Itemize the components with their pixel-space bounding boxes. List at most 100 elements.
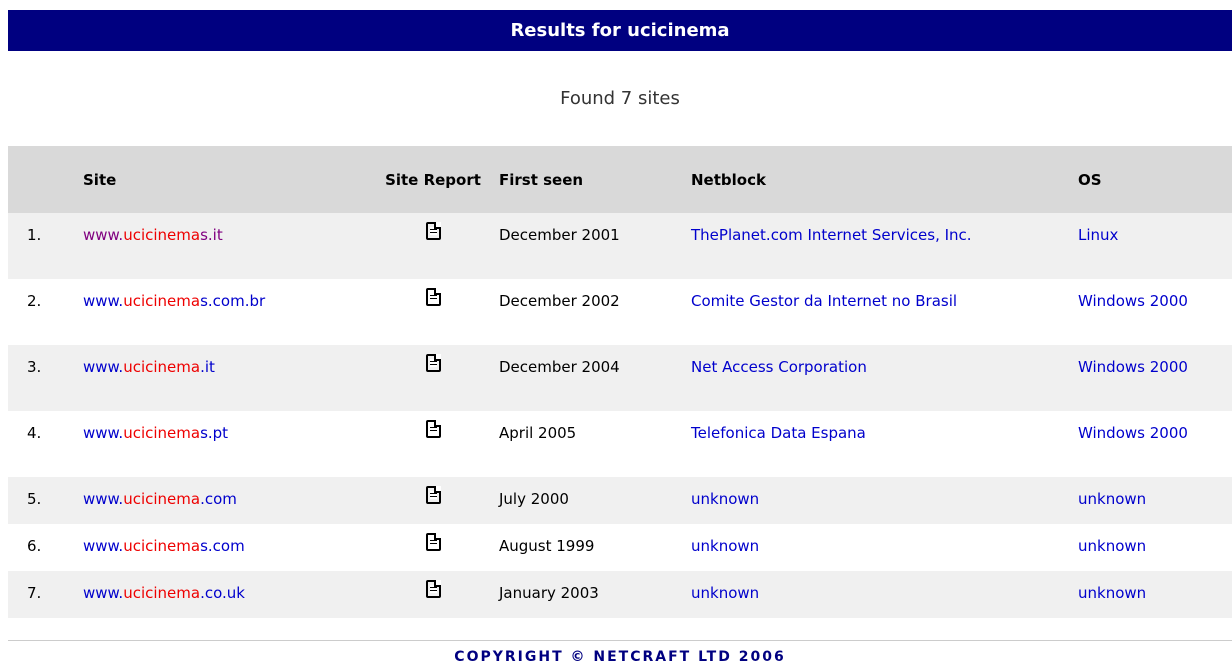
row-number: 6.: [27, 537, 42, 555]
site-prefix: www.: [83, 424, 124, 442]
first-seen: July 2000: [499, 490, 569, 508]
site-query-match: ucicinema: [123, 584, 201, 602]
first-seen-cell: December 2002: [499, 279, 691, 345]
row-number-cell: 5.: [8, 477, 83, 524]
site-cell: www.ucicinemas.pt: [83, 411, 367, 477]
netblock-link[interactable]: Telefonica Data Espana: [691, 424, 866, 442]
site-link[interactable]: www.ucicinemas.com: [83, 537, 245, 555]
os-link[interactable]: unknown: [1078, 584, 1146, 602]
netblock-link[interactable]: ThePlanet.com Internet Services, Inc.: [691, 226, 972, 244]
os-link[interactable]: Windows 2000: [1078, 292, 1188, 310]
results-title-prefix: Results for: [510, 20, 628, 41]
site-report-cell: [367, 571, 499, 618]
os-cell: Windows 2000: [1078, 345, 1232, 411]
document-icon[interactable]: [425, 222, 441, 240]
os-cell: unknown: [1078, 524, 1232, 571]
netblock-cell: Telefonica Data Espana: [691, 411, 1078, 477]
first-seen: August 1999: [499, 537, 595, 555]
document-icon[interactable]: [425, 288, 441, 306]
site-prefix: www.: [83, 584, 124, 602]
os-link[interactable]: Windows 2000: [1078, 424, 1188, 442]
site-query-match: ucicinema: [123, 358, 201, 376]
site-suffix: .it: [200, 358, 215, 376]
header-site[interactable]: Site: [83, 146, 367, 213]
site-link[interactable]: www.ucicinema.co.uk: [83, 584, 245, 602]
row-number-cell: 2.: [8, 279, 83, 345]
os-cell: Linux: [1078, 213, 1232, 279]
first-seen-cell: August 1999: [499, 524, 691, 571]
netblock-cell: unknown: [691, 571, 1078, 618]
site-suffix: .com: [200, 490, 237, 508]
row-number: 1.: [27, 226, 42, 244]
table-row: 4. www.ucicinemas.pt April 2005 Telefonica …: [8, 411, 1232, 477]
site-link[interactable]: www.ucicinemas.it: [83, 226, 223, 244]
site-query-match: ucicinema: [123, 424, 201, 442]
header-netblock[interactable]: Netblock: [691, 146, 1078, 213]
site-suffix: s.com.br: [200, 292, 266, 310]
os-link[interactable]: unknown: [1078, 537, 1146, 555]
site-prefix: www.: [83, 292, 124, 310]
table-row: 6. www.ucicinemas.com August 1999 unknown un…: [8, 524, 1232, 571]
first-seen: December 2001: [499, 226, 620, 244]
site-prefix: www.: [83, 490, 124, 508]
netblock-link[interactable]: unknown: [691, 537, 759, 555]
results-body: 1. www.ucicinemas.it December 2001 ThePlane…: [8, 213, 1232, 618]
header-os[interactable]: OS: [1078, 146, 1232, 213]
table-row: 2. www.ucicinemas.com.br December 2002 Comi…: [8, 279, 1232, 345]
site-report-cell: [367, 411, 499, 477]
site-prefix: www.: [83, 226, 124, 244]
site-cell: www.ucicinemas.com: [83, 524, 367, 571]
os-cell: Windows 2000: [1078, 279, 1232, 345]
site-link[interactable]: www.ucicinema.com: [83, 490, 237, 508]
first-seen-cell: December 2001: [499, 213, 691, 279]
table-header-row: Site Site Report First seen Netblock OS: [8, 146, 1232, 213]
site-suffix: s.pt: [200, 424, 229, 442]
os-link[interactable]: unknown: [1078, 490, 1146, 508]
netblock-link[interactable]: unknown: [691, 490, 759, 508]
results-title-bar: Results for ucicinema: [8, 10, 1232, 51]
site-cell: www.ucicinema.it: [83, 345, 367, 411]
netblock-link[interactable]: Comite Gestor da Internet no Brasil: [691, 292, 957, 310]
header-site-report: Site Report: [367, 146, 499, 213]
first-seen: January 2003: [499, 584, 599, 602]
os-link[interactable]: Linux: [1078, 226, 1118, 244]
netblock-cell: unknown: [691, 477, 1078, 524]
first-seen-cell: April 2005: [499, 411, 691, 477]
document-icon[interactable]: [425, 420, 441, 438]
site-report-cell: [367, 213, 499, 279]
document-icon[interactable]: [425, 354, 441, 372]
first-seen: April 2005: [499, 424, 577, 442]
table-row: 3. www.ucicinema.it December 2004 Net Acces…: [8, 345, 1232, 411]
row-number-cell: 3.: [8, 345, 83, 411]
results-title-query: ucicinema: [627, 20, 730, 41]
header-first-seen[interactable]: First seen: [499, 146, 691, 213]
row-number: 7.: [27, 584, 42, 602]
document-icon[interactable]: [425, 580, 441, 598]
table-row: 1. www.ucicinemas.it December 2001 ThePlane…: [8, 213, 1232, 279]
site-cell: www.ucicinemas.com.br: [83, 279, 367, 345]
site-report-cell: [367, 279, 499, 345]
netblock-cell: unknown: [691, 524, 1078, 571]
row-number: 4.: [27, 424, 42, 442]
site-query-match: ucicinema: [123, 292, 201, 310]
os-cell: Windows 2000: [1078, 411, 1232, 477]
os-link[interactable]: Windows 2000: [1078, 358, 1188, 376]
site-suffix: .co.uk: [200, 584, 245, 602]
row-number: 2.: [27, 292, 42, 310]
table-row: 7. www.ucicinema.co.uk January 2003 unknown…: [8, 571, 1232, 618]
first-seen-cell: July 2000: [499, 477, 691, 524]
document-icon[interactable]: [425, 486, 441, 504]
netblock-link[interactable]: unknown: [691, 584, 759, 602]
site-query-match: ucicinema: [123, 490, 201, 508]
site-link[interactable]: www.ucicinemas.com.br: [83, 292, 265, 310]
site-report-cell: [367, 345, 499, 411]
site-link[interactable]: www.ucicinema.it: [83, 358, 215, 376]
netblock-link[interactable]: Net Access Corporation: [691, 358, 867, 376]
site-link[interactable]: www.ucicinemas.pt: [83, 424, 228, 442]
netblock-cell: Comite Gestor da Internet no Brasil: [691, 279, 1078, 345]
netblock-cell: Net Access Corporation: [691, 345, 1078, 411]
site-query-match: ucicinema: [123, 226, 201, 244]
site-prefix: www.: [83, 358, 124, 376]
row-number-cell: 4.: [8, 411, 83, 477]
document-icon[interactable]: [425, 533, 441, 551]
